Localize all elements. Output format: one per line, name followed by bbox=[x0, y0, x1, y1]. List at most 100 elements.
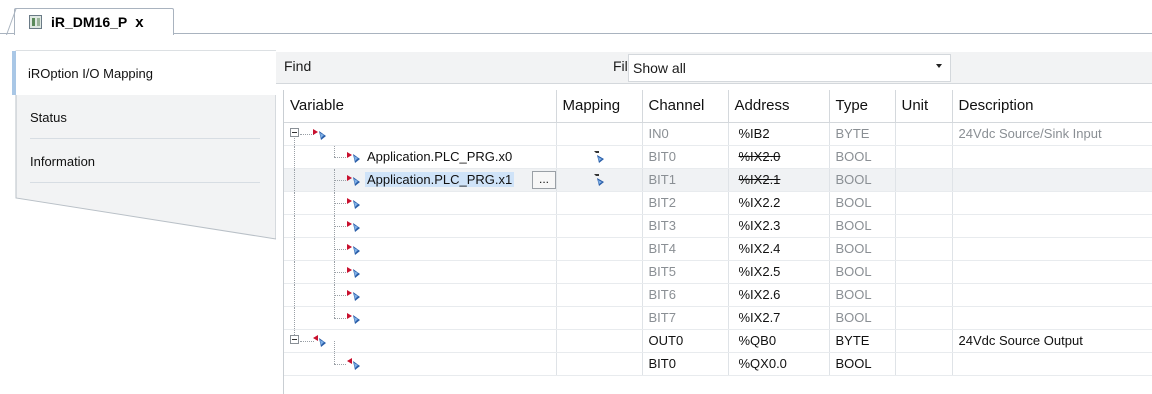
description-cell[interactable] bbox=[952, 352, 1152, 376]
unit-cell bbox=[895, 352, 953, 376]
variable-cell[interactable] bbox=[284, 260, 557, 284]
unit-cell bbox=[895, 329, 953, 353]
chevron-down-icon[interactable] bbox=[936, 64, 942, 68]
channel-cell: BIT0 bbox=[642, 352, 729, 376]
table-row[interactable]: BIT2 %IX2.2 BOOL bbox=[284, 191, 1152, 215]
address-cell[interactable]: %IX2.3 bbox=[728, 214, 830, 238]
unit-cell bbox=[895, 306, 953, 330]
column-header-type[interactable]: Type bbox=[829, 90, 896, 123]
column-header-mapping[interactable]: Mapping bbox=[556, 90, 643, 123]
mapping-cell[interactable] bbox=[556, 237, 643, 261]
filter-dropdown[interactable]: Show all bbox=[628, 54, 951, 82]
column-header-unit[interactable]: Unit bbox=[895, 90, 953, 123]
output-channel-icon bbox=[347, 357, 360, 370]
channel-cell: OUT0 bbox=[642, 329, 729, 353]
table-row[interactable]: BIT7 %IX2.7 BOOL bbox=[284, 306, 1152, 330]
unit-cell bbox=[895, 122, 953, 146]
tab-label: Status bbox=[30, 109, 67, 125]
description-cell[interactable] bbox=[952, 214, 1152, 238]
table-row[interactable]: BIT3 %IX2.3 BOOL bbox=[284, 214, 1152, 238]
input-channel-icon bbox=[347, 289, 360, 301]
type-cell: BOOL bbox=[829, 283, 896, 307]
unit-cell bbox=[895, 191, 953, 215]
table-row-selected[interactable]: Application.PLC_PRG.x1 ... BIT1 %IX2.1 B… bbox=[284, 168, 1152, 192]
variable-cell[interactable] bbox=[284, 352, 557, 376]
mapping-cell[interactable] bbox=[556, 283, 643, 307]
mapping-cell[interactable] bbox=[556, 145, 643, 169]
tree-line bbox=[334, 202, 346, 204]
filter-value: Show all bbox=[633, 60, 686, 76]
variable-cell[interactable] bbox=[284, 329, 557, 353]
column-header-address[interactable]: Address bbox=[728, 90, 830, 123]
variable-cell[interactable] bbox=[284, 237, 557, 261]
variable-cell[interactable] bbox=[284, 283, 557, 307]
type-cell: BOOL bbox=[829, 168, 896, 192]
tab-status[interactable]: Status bbox=[16, 95, 274, 139]
table-row[interactable]: IN0 %IB2 BYTE 24Vdc Source/Sink Input bbox=[284, 122, 1152, 146]
tree-line bbox=[294, 283, 295, 305]
description-cell[interactable]: 24Vdc Source/Sink Input bbox=[952, 122, 1152, 146]
variable-name-editor[interactable]: Application.PLC_PRG.x1 bbox=[365, 171, 515, 187]
tree-line bbox=[334, 271, 346, 273]
mapping-cell[interactable] bbox=[556, 329, 643, 353]
description-cell[interactable]: 24Vdc Source Output bbox=[952, 329, 1152, 353]
collapse-toggle-icon[interactable] bbox=[290, 334, 299, 344]
input-assistant-button[interactable]: ... bbox=[532, 170, 555, 189]
find-filter-bar: Find Filter Show all bbox=[276, 52, 1152, 84]
tree-line bbox=[334, 179, 346, 181]
editor-tab-ir-dm16-p[interactable]: iR_DM16_P x bbox=[6, 8, 174, 35]
input-channel-icon bbox=[347, 312, 360, 324]
close-tab-icon[interactable]: x bbox=[135, 15, 143, 30]
variable-cell[interactable] bbox=[284, 122, 557, 146]
variable-cell[interactable] bbox=[284, 306, 557, 330]
column-header-description[interactable]: Description bbox=[952, 90, 1152, 123]
mapping-cell[interactable] bbox=[556, 306, 643, 330]
description-cell[interactable] bbox=[952, 283, 1152, 307]
mapping-cell[interactable] bbox=[556, 352, 643, 376]
address-cell[interactable]: %IX2.4 bbox=[728, 237, 830, 261]
mapping-cell[interactable] bbox=[556, 214, 643, 238]
table-row[interactable]: OUT0 %QB0 BYTE 24Vdc Source Output bbox=[284, 329, 1152, 353]
output-channel-icon bbox=[313, 334, 326, 347]
address-cell[interactable]: %IB2 bbox=[728, 122, 830, 146]
column-header-variable[interactable]: Variable bbox=[284, 90, 557, 123]
collapse-toggle-icon[interactable] bbox=[290, 127, 299, 137]
table-row[interactable]: BIT6 %IX2.6 BOOL bbox=[284, 283, 1152, 307]
description-cell[interactable] bbox=[952, 237, 1152, 261]
address-cell[interactable]: %IX2.7 bbox=[728, 306, 830, 330]
description-cell[interactable] bbox=[952, 168, 1152, 192]
description-cell[interactable] bbox=[952, 260, 1152, 284]
tab-separator bbox=[30, 182, 260, 183]
mapping-cell[interactable] bbox=[556, 168, 643, 192]
address-cell[interactable]: %IX2.1 bbox=[728, 168, 830, 192]
unit-cell bbox=[895, 260, 953, 284]
variable-cell[interactable]: Application.PLC_PRG.x0 bbox=[284, 145, 557, 169]
description-cell[interactable] bbox=[952, 145, 1152, 169]
variable-cell[interactable] bbox=[284, 191, 557, 215]
tree-line bbox=[294, 306, 295, 328]
table-row[interactable]: BIT0 %QX0.0 BOOL bbox=[284, 352, 1152, 376]
address-cell[interactable]: %IX2.2 bbox=[728, 191, 830, 215]
mapping-cell[interactable] bbox=[556, 122, 643, 146]
type-cell: BYTE bbox=[829, 122, 896, 146]
variable-cell[interactable] bbox=[284, 214, 557, 238]
address-cell[interactable]: %IX2.6 bbox=[728, 283, 830, 307]
variable-name[interactable]: Application.PLC_PRG.x0 bbox=[367, 149, 512, 164]
tree-line bbox=[334, 317, 346, 319]
address-cell[interactable]: %QX0.0 bbox=[728, 352, 830, 376]
address-cell[interactable]: %QB0 bbox=[728, 329, 830, 353]
mapping-cell[interactable] bbox=[556, 260, 643, 284]
tab-information[interactable]: Information bbox=[16, 139, 274, 183]
table-row[interactable]: BIT4 %IX2.4 BOOL bbox=[284, 237, 1152, 261]
input-channel-icon bbox=[347, 243, 360, 255]
mapping-cell[interactable] bbox=[556, 191, 643, 215]
column-header-channel[interactable]: Channel bbox=[642, 90, 729, 123]
tab-iroption-io-mapping[interactable]: iROption I/O Mapping bbox=[12, 51, 277, 95]
description-cell[interactable] bbox=[952, 306, 1152, 330]
address-cell[interactable]: %IX2.0 bbox=[728, 145, 830, 169]
table-row[interactable]: BIT5 %IX2.5 BOOL bbox=[284, 260, 1152, 284]
address-cell[interactable]: %IX2.5 bbox=[728, 260, 830, 284]
description-cell[interactable] bbox=[952, 191, 1152, 215]
variable-cell[interactable]: Application.PLC_PRG.x1 ... bbox=[284, 168, 557, 192]
table-row[interactable]: Application.PLC_PRG.x0 BIT0 %IX2.0 BOOL bbox=[284, 145, 1152, 169]
